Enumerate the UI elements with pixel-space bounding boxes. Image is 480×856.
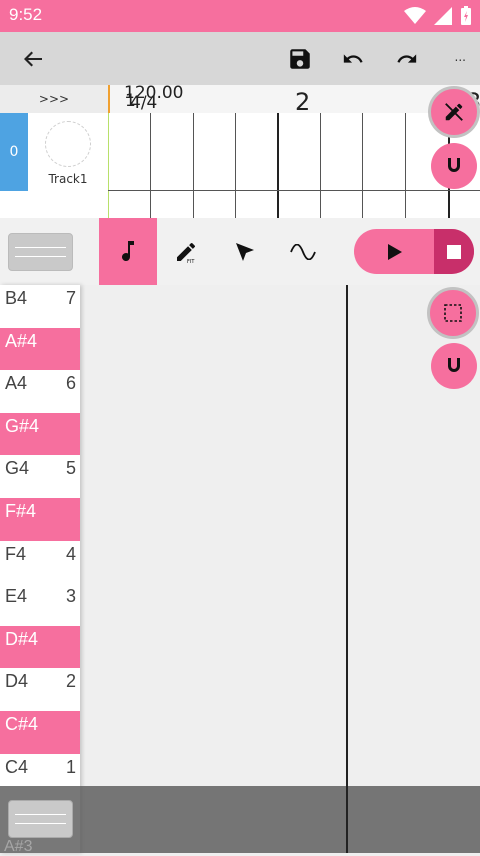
piano-key[interactable]: A#4	[0, 327, 80, 371]
save-button[interactable]	[283, 42, 317, 76]
piano-key[interactable]: E4 3	[0, 583, 80, 626]
undo-icon	[343, 54, 363, 63]
selection-box-fab[interactable]	[427, 287, 479, 339]
piano-key[interactable]: D#4	[0, 625, 80, 669]
track-avatar-placeholder	[45, 121, 91, 167]
cell-signal-icon	[434, 7, 452, 25]
piano-key[interactable]: A4 6	[0, 370, 80, 413]
battery-icon	[461, 6, 471, 25]
piano-key-name: E4	[5, 586, 28, 607]
piano-key[interactable]: G4 5	[0, 455, 80, 498]
pencil-fit-icon: FIT	[177, 242, 195, 264]
snap-magnet-fab-top[interactable]	[431, 143, 477, 189]
bar-line	[346, 285, 348, 853]
piano-key-name: G4	[5, 458, 30, 479]
snap-magnet-fab-bottom[interactable]	[431, 343, 477, 389]
pencil-fit-mode-button[interactable]: FIT	[157, 218, 215, 285]
piano-key-name: C4	[5, 756, 29, 777]
save-icon	[290, 49, 310, 69]
redo-icon	[397, 54, 417, 63]
beat-line	[150, 113, 151, 218]
piano-key-name: A#4	[5, 330, 38, 351]
piano-key-number: 6	[65, 373, 76, 394]
bottom-panel-handle[interactable]	[8, 800, 73, 838]
piano-key[interactable]: F#4	[0, 498, 80, 541]
more-menu-button[interactable]: ...	[455, 50, 466, 64]
piano-key-number: 1	[65, 756, 76, 777]
status-time: 9:52	[9, 5, 43, 24]
track-number[interactable]: 0	[0, 113, 28, 191]
track-area: >>> 0 Track1 120.00 1 4/4 2 3	[0, 83, 480, 218]
piano-key[interactable]: F4 4	[0, 540, 80, 584]
bar-line	[346, 786, 348, 853]
piano-key-name: C#4	[5, 714, 39, 734]
beat-line	[193, 113, 194, 218]
piano-keys: B4 7 A#4 A4 6 G#4 G4 5 F#4 F4 4 E4 3 D#4 D4 2 C#4 C4 1	[0, 285, 80, 853]
piano-key-number: 5	[65, 458, 76, 479]
piano-key-name: A4	[5, 373, 28, 394]
piano-key-name: F#4	[5, 501, 37, 521]
piano-key-number: 3	[65, 586, 76, 607]
expand-tracks-button[interactable]: >>>	[0, 85, 108, 113]
mode-row: FIT	[0, 218, 480, 285]
music-note-icon	[122, 240, 134, 261]
transport-controls	[354, 229, 474, 274]
select-mode-button[interactable]	[216, 218, 274, 285]
track-name: Track1	[48, 172, 88, 186]
timeline-ruler[interactable]: 120.00 1 4/4 2 3	[108, 83, 480, 116]
loop-marker	[108, 85, 110, 113]
piano-key-number: 2	[65, 671, 76, 692]
track-divider	[108, 190, 480, 191]
note-mode-button[interactable]	[99, 218, 157, 285]
beat-line	[320, 113, 321, 218]
piano-key-name: D#4	[5, 628, 39, 649]
piano-roll-grid[interactable]	[80, 285, 480, 853]
piano-key-name: D4	[5, 671, 29, 692]
curve-mode-button[interactable]	[274, 218, 332, 285]
time-signature-label: 4/4	[130, 93, 158, 113]
stop-button[interactable]	[434, 229, 474, 274]
cursor-arrow-icon	[236, 242, 254, 261]
piano-keys-toggle[interactable]	[8, 233, 73, 271]
beat-line	[362, 113, 363, 218]
piano-key-number: 4	[65, 543, 76, 564]
piano-key-name: F4	[5, 543, 27, 564]
play-button[interactable]	[354, 229, 434, 274]
bar-marker-2: 2	[295, 88, 311, 116]
piano-key[interactable]: C#4	[0, 711, 80, 754]
magnet-icon	[448, 358, 460, 372]
piano-key-name: B4	[5, 288, 28, 308]
bar-line	[277, 113, 279, 218]
wifi-icon	[404, 7, 426, 24]
edit-tool-fab[interactable]	[428, 86, 480, 138]
piano-key[interactable]: G#4	[0, 412, 80, 456]
play-icon	[388, 243, 402, 260]
track-timeline[interactable]	[108, 113, 480, 218]
partial-key-label: A#3	[4, 838, 33, 855]
stop-icon	[447, 244, 461, 259]
back-button[interactable]	[16, 42, 50, 76]
track-header[interactable]: Track1	[28, 113, 108, 191]
pencil-off-icon	[445, 103, 463, 121]
beat-line	[235, 113, 236, 218]
toolbar: ...	[0, 32, 480, 85]
redo-button[interactable]	[390, 42, 424, 76]
arrow-back-icon	[24, 51, 42, 67]
beat-line	[405, 113, 406, 218]
bottom-panel-bar: A#3	[0, 786, 480, 855]
status-icons	[404, 6, 472, 26]
piano-key-number: 7	[65, 288, 76, 308]
svg-text:FIT: FIT	[187, 259, 195, 264]
start-line	[108, 113, 109, 218]
status-bar: 9:52	[0, 0, 480, 32]
magnet-icon	[448, 158, 460, 172]
piano-key[interactable]: D4 2	[0, 668, 80, 711]
selection-box-icon	[444, 304, 462, 322]
sine-wave-icon	[290, 243, 316, 260]
piano-key[interactable]: B4 7	[0, 285, 80, 328]
piano-key-name: G#4	[5, 415, 40, 436]
undo-button[interactable]	[336, 42, 370, 76]
